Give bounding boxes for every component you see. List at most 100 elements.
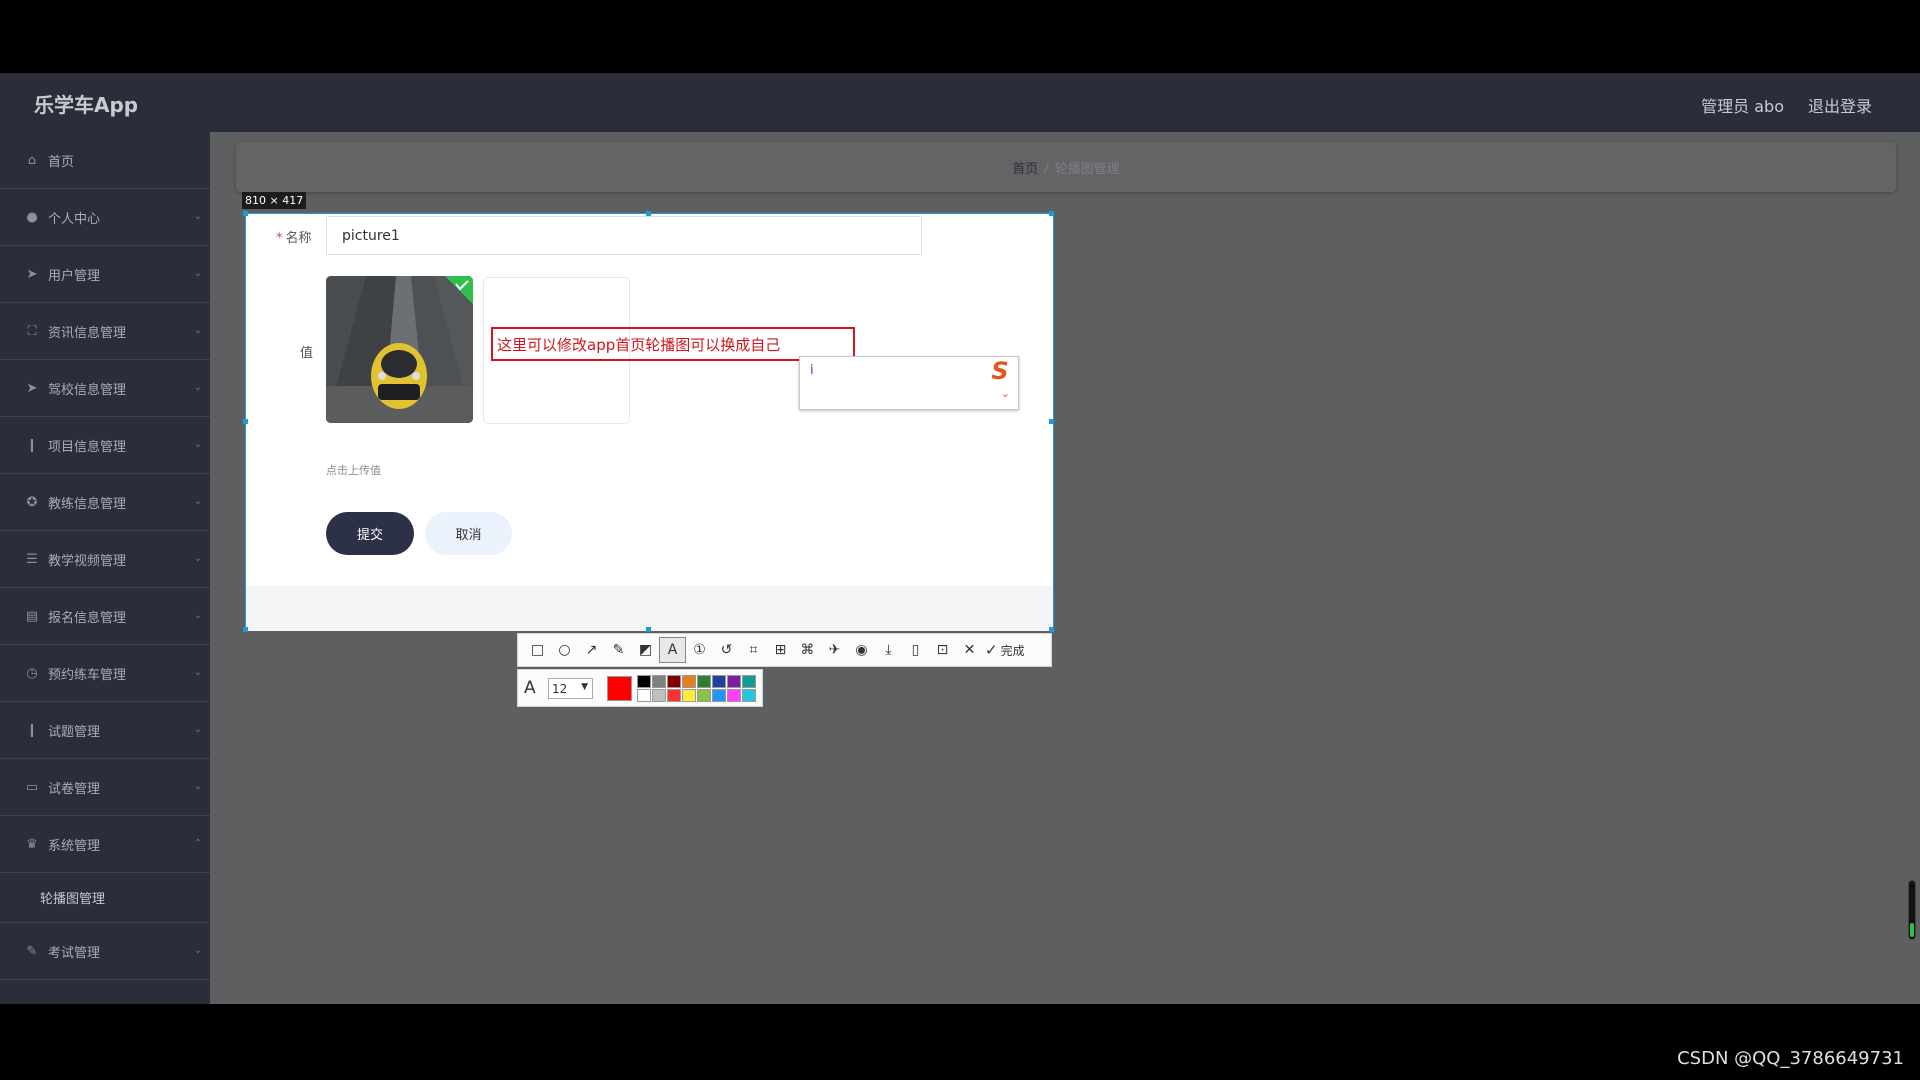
color-swatch[interactable] xyxy=(742,689,756,702)
chevron-down-icon: ⌄ xyxy=(193,496,202,507)
color-swatch[interactable] xyxy=(712,689,726,702)
translate-icon[interactable]: ⌘ xyxy=(794,637,821,663)
rectangle-tool-icon[interactable]: □ xyxy=(524,637,551,663)
text-tool-icon[interactable]: A xyxy=(659,637,686,663)
logout-link[interactable]: 退出登录 xyxy=(1808,93,1872,117)
text-style-toolbar: A 12 ▼ xyxy=(517,669,763,707)
sidebar-item-home[interactable]: ⌂ 首页 xyxy=(0,132,210,189)
list-icon: ☰ xyxy=(26,551,38,567)
badge-icon: ✪ xyxy=(26,494,38,510)
ime-input-text: i xyxy=(810,363,814,378)
color-swatch[interactable] xyxy=(682,675,696,688)
capture-size-label: 810 × 417 xyxy=(242,192,307,209)
sidebar-item-label: 资讯信息管理 xyxy=(48,325,127,341)
trophy-icon: ♛ xyxy=(26,836,38,852)
color-swatch[interactable] xyxy=(637,675,651,688)
color-swatch[interactable] xyxy=(667,675,681,688)
sidebar-item-papers[interactable]: ▭ 试卷管理 ⌄ xyxy=(0,759,210,816)
record-icon[interactable]: ◉ xyxy=(848,637,875,663)
sidebar-item-label: 考试管理 xyxy=(48,945,101,961)
sidebar-item-label: 预约练车管理 xyxy=(48,667,127,683)
resize-handle[interactable] xyxy=(1049,211,1054,216)
sidebar-item-news[interactable]: ⛶ 资讯信息管理 ⌄ xyxy=(0,303,210,360)
color-swatch[interactable] xyxy=(637,689,651,702)
sidebar-subitem-carousel[interactable]: 轮播图管理 xyxy=(0,873,210,923)
pen-tool-icon[interactable]: ✎ xyxy=(605,637,632,663)
sidebar-item-enrollment[interactable]: ▤ 报名信息管理 ⌄ xyxy=(0,588,210,645)
sidebar-item-exams[interactable]: ✎ 考试管理 ⌄ xyxy=(0,923,210,980)
chevron-down-icon: ⌄ xyxy=(193,724,202,735)
resize-handle[interactable] xyxy=(243,419,248,424)
sidebar-item-videos[interactable]: ☰ 教学视频管理 ⌄ xyxy=(0,531,210,588)
name-label-text: 名称 xyxy=(285,231,312,246)
submit-button[interactable]: 提交 xyxy=(326,512,414,555)
upload-hint: 点击上传值 xyxy=(326,464,381,477)
sidebar-item-users[interactable]: ➤ 用户管理 ⌄ xyxy=(0,246,210,303)
scrollbar[interactable] xyxy=(1908,880,1916,940)
arrow-tool-icon[interactable]: ↗ xyxy=(578,637,605,663)
color-swatch[interactable] xyxy=(727,675,741,688)
long-screenshot-icon[interactable]: ⌗ xyxy=(740,637,767,663)
color-swatch[interactable] xyxy=(742,675,756,688)
sidebar-item-booking[interactable]: ◷ 预约练车管理 ⌄ xyxy=(0,645,210,702)
capture-region[interactable]: * 名称 picture1 值 点击上传值 提交 取消 这里可以修改app首页轮… xyxy=(245,213,1054,631)
sidebar-item-schools[interactable]: ➤ 驾校信息管理 ⌄ xyxy=(0,360,210,417)
color-swatch[interactable] xyxy=(682,689,696,702)
uploaded-image-thumbnail[interactable] xyxy=(326,276,473,423)
dialog-footer xyxy=(246,586,1053,631)
chevron-down-icon: ⌄ xyxy=(193,325,202,336)
ime-candidate-window[interactable]: i S ⌄ xyxy=(799,356,1019,410)
font-size-value: 12 xyxy=(552,681,568,696)
chevron-down-icon: ⌄ xyxy=(193,211,202,222)
font-size-select[interactable]: 12 ▼ xyxy=(548,678,593,699)
number-marker-icon[interactable]: ① xyxy=(686,637,713,663)
send-icon: ➤ xyxy=(26,266,38,282)
undo-icon[interactable]: ↺ xyxy=(713,637,740,663)
mosaic-tool-icon[interactable]: ◩ xyxy=(632,637,659,663)
sidebar-item-label: 系统管理 xyxy=(48,838,101,854)
watermark: CSDN @QQ_3786649731 xyxy=(1677,1048,1904,1069)
resize-handle[interactable] xyxy=(243,627,248,632)
chevron-down-icon: ⌄ xyxy=(193,667,202,678)
color-swatch[interactable] xyxy=(727,689,741,702)
ellipse-tool-icon[interactable]: ○ xyxy=(551,637,578,663)
resize-handle[interactable] xyxy=(1049,419,1054,424)
sidebar-item-label: 用户管理 xyxy=(48,268,101,284)
sidebar-item-label: 首页 xyxy=(48,154,75,170)
sidebar-item-system[interactable]: ♛ 系统管理 ⌃ xyxy=(0,816,210,873)
name-input[interactable]: picture1 xyxy=(326,216,922,255)
resize-handle[interactable] xyxy=(646,627,651,632)
color-swatch[interactable] xyxy=(697,689,711,702)
sidebar-item-questions[interactable]: ❙ 试题管理 ⌄ xyxy=(0,702,210,759)
download-icon[interactable]: ⤓ xyxy=(875,637,902,663)
done-label: 完成 xyxy=(1000,643,1025,658)
close-icon[interactable]: ✕ xyxy=(956,637,983,663)
resize-handle[interactable] xyxy=(243,211,248,216)
resize-handle[interactable] xyxy=(646,211,651,216)
sidebar-item-label: 教练信息管理 xyxy=(48,496,127,512)
sidebar-item-label: 驾校信息管理 xyxy=(48,382,127,398)
message-icon: ▭ xyxy=(25,779,39,795)
chevron-down-icon[interactable]: ⌄ xyxy=(1001,387,1010,400)
resize-handle[interactable] xyxy=(1049,627,1054,632)
cancel-button[interactable]: 取消 xyxy=(425,512,512,555)
breadcrumb-current: 轮播图管理 xyxy=(1054,162,1120,177)
pin-icon[interactable]: ✈ xyxy=(821,637,848,663)
phone-icon[interactable]: ▯ xyxy=(902,637,929,663)
sidebar-item-profile[interactable]: ● 个人中心 ⌄ xyxy=(0,189,210,246)
breadcrumb-home[interactable]: 首页 xyxy=(1012,162,1038,177)
color-swatch[interactable] xyxy=(667,689,681,702)
bookmark-icon[interactable]: ⊡ xyxy=(929,637,956,663)
name-label: * 名称 xyxy=(276,227,312,246)
sogou-logo-icon: S xyxy=(991,357,1009,385)
color-swatch[interactable] xyxy=(697,675,711,688)
sidebar-item-projects[interactable]: ❙ 项目信息管理 ⌄ xyxy=(0,417,210,474)
color-swatch[interactable] xyxy=(712,675,726,688)
color-swatch[interactable] xyxy=(652,689,666,702)
ocr-icon[interactable]: ⊞ xyxy=(767,637,794,663)
breadcrumb-separator: / xyxy=(1044,162,1049,177)
sidebar-item-coaches[interactable]: ✪ 教练信息管理 ⌄ xyxy=(0,474,210,531)
current-color-swatch[interactable] xyxy=(607,676,632,701)
color-swatch[interactable] xyxy=(652,675,666,688)
done-button[interactable]: ✓ 完成 xyxy=(985,641,1025,659)
